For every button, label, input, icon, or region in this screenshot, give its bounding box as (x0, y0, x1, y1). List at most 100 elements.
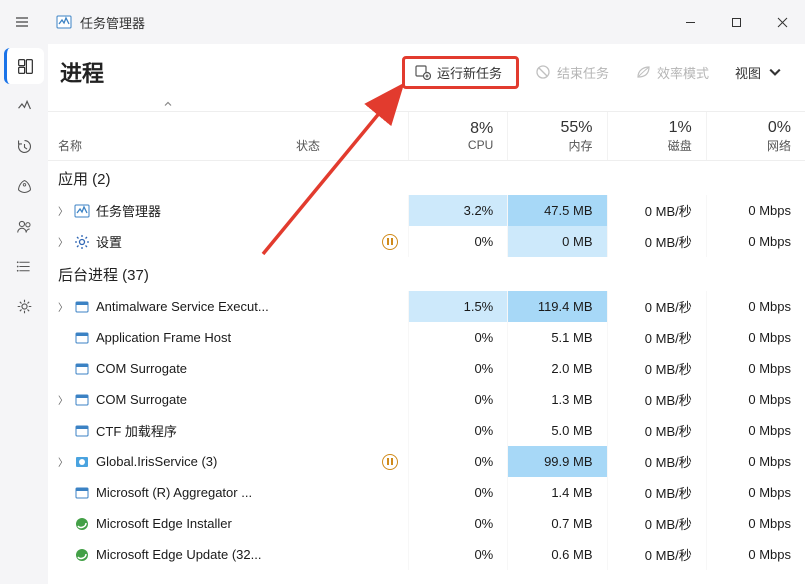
expand-icon[interactable]: 〉 (58, 454, 68, 469)
network-cell: 0 Mbps (706, 539, 805, 570)
memory-cell: 1.3 MB (507, 384, 606, 415)
process-icon (74, 485, 90, 501)
sort-indicator (48, 100, 288, 110)
process-row[interactable]: Microsoft (R) Aggregator ... 0% 1.4 MB 0… (48, 477, 805, 508)
nav-details[interactable] (4, 248, 44, 284)
column-disk[interactable]: 1% 磁盘 (607, 112, 706, 160)
view-button[interactable]: 视图 (725, 57, 793, 88)
paused-icon (382, 234, 398, 250)
disk-cell: 0 MB/秒 (607, 539, 706, 570)
view-label: 视图 (735, 63, 761, 82)
disk-cell: 0 MB/秒 (607, 353, 706, 384)
nav-startup[interactable] (4, 168, 44, 204)
close-button[interactable] (759, 4, 805, 40)
process-row[interactable]: Microsoft Edge Installer 0% 0.7 MB 0 MB/… (48, 508, 805, 539)
memory-cell: 0 MB (507, 226, 606, 257)
nav-settings[interactable] (4, 288, 44, 324)
end-task-label: 结束任务 (557, 63, 609, 82)
end-task-icon (535, 64, 551, 80)
cpu-cell: 0% (408, 539, 507, 570)
expand-icon[interactable]: 〉 (58, 299, 68, 314)
nav-rail (0, 44, 48, 584)
column-status[interactable]: 状态 (288, 112, 408, 160)
process-name: Global.IrisService (3) (96, 454, 217, 469)
memory-cell: 2.0 MB (507, 353, 606, 384)
app-icon (56, 14, 72, 30)
expand-icon[interactable]: 〉 (58, 203, 68, 218)
process-name: COM Surrogate (96, 361, 187, 376)
network-cell: 0 Mbps (706, 415, 805, 446)
disk-cell: 0 MB/秒 (607, 291, 706, 322)
cpu-cell: 0% (408, 226, 507, 257)
cpu-cell: 0% (408, 508, 507, 539)
process-icon (74, 547, 90, 563)
network-cell: 0 Mbps (706, 477, 805, 508)
disk-cell: 0 MB/秒 (607, 384, 706, 415)
minimize-button[interactable] (667, 4, 713, 40)
process-row[interactable]: 〉 Antimalware Service Execut... 1.5% 119… (48, 291, 805, 322)
memory-cell: 1.4 MB (507, 477, 606, 508)
process-list[interactable]: 应用 (2) 〉 任务管理器 3.2% 47.5 MB 0 MB/秒 0 Mbp… (48, 161, 805, 584)
memory-cell: 5.0 MB (507, 415, 606, 446)
cpu-cell: 0% (408, 322, 507, 353)
disk-cell: 0 MB/秒 (607, 446, 706, 477)
process-status (288, 234, 408, 250)
hamburger-menu-button[interactable] (0, 0, 44, 44)
run-task-icon (415, 64, 431, 80)
process-row[interactable]: Microsoft Edge Update (32... 0% 0.6 MB 0… (48, 539, 805, 570)
process-row[interactable]: 〉 任务管理器 3.2% 47.5 MB 0 MB/秒 0 Mbps (48, 195, 805, 226)
process-icon (74, 234, 90, 250)
process-row[interactable]: 〉 设置 0% 0 MB 0 MB/秒 0 Mbps (48, 226, 805, 257)
run-new-task-button[interactable]: 运行新任务 (402, 56, 519, 89)
process-icon (74, 454, 90, 470)
process-icon (74, 516, 90, 532)
paused-icon (382, 454, 398, 470)
process-row[interactable]: CTF 加载程序 0% 5.0 MB 0 MB/秒 0 Mbps (48, 415, 805, 446)
efficiency-mode-label: 效率模式 (657, 63, 709, 82)
process-row[interactable]: 〉 Global.IrisService (3) 0% 99.9 MB 0 MB… (48, 446, 805, 477)
process-row[interactable]: Application Frame Host 0% 5.1 MB 0 MB/秒 … (48, 322, 805, 353)
disk-cell: 0 MB/秒 (607, 322, 706, 353)
cpu-cell: 0% (408, 446, 507, 477)
network-cell: 0 Mbps (706, 291, 805, 322)
page-title: 进程 (60, 56, 104, 88)
column-memory[interactable]: 55% 内存 (507, 112, 606, 160)
memory-cell: 0.6 MB (507, 539, 606, 570)
cpu-cell: 0% (408, 353, 507, 384)
expand-icon[interactable]: 〉 (58, 234, 68, 249)
group-header-apps[interactable]: 应用 (2) (48, 161, 805, 195)
group-header-bg[interactable]: 后台进程 (37) (48, 257, 805, 291)
memory-cell: 119.4 MB (507, 291, 606, 322)
nav-processes[interactable] (4, 48, 44, 84)
disk-cell: 0 MB/秒 (607, 508, 706, 539)
expand-icon[interactable]: 〉 (58, 392, 68, 407)
leaf-icon (635, 64, 651, 80)
process-name: Microsoft Edge Update (32... (96, 547, 261, 562)
disk-cell: 0 MB/秒 (607, 226, 706, 257)
maximize-button[interactable] (713, 4, 759, 40)
app-title: 任务管理器 (80, 13, 145, 32)
end-task-button: 结束任务 (525, 57, 619, 88)
column-network[interactable]: 0% 网络 (706, 112, 805, 160)
process-row[interactable]: COM Surrogate 0% 2.0 MB 0 MB/秒 0 Mbps (48, 353, 805, 384)
disk-cell: 0 MB/秒 (607, 195, 706, 226)
process-status (288, 454, 408, 470)
process-icon (74, 203, 90, 219)
nav-users[interactable] (4, 208, 44, 244)
column-name[interactable]: 名称 (48, 112, 288, 160)
process-icon (74, 330, 90, 346)
network-cell: 0 Mbps (706, 353, 805, 384)
process-name: Antimalware Service Execut... (96, 299, 269, 314)
memory-cell: 0.7 MB (507, 508, 606, 539)
process-icon (74, 392, 90, 408)
nav-performance[interactable] (4, 88, 44, 124)
memory-cell: 5.1 MB (507, 322, 606, 353)
nav-history[interactable] (4, 128, 44, 164)
titlebar: 任务管理器 (0, 0, 805, 44)
disk-cell: 0 MB/秒 (607, 415, 706, 446)
network-cell: 0 Mbps (706, 508, 805, 539)
run-new-task-label: 运行新任务 (437, 63, 502, 82)
cpu-cell: 0% (408, 477, 507, 508)
process-row[interactable]: 〉 COM Surrogate 0% 1.3 MB 0 MB/秒 0 Mbps (48, 384, 805, 415)
column-cpu[interactable]: 8% CPU (408, 112, 507, 160)
